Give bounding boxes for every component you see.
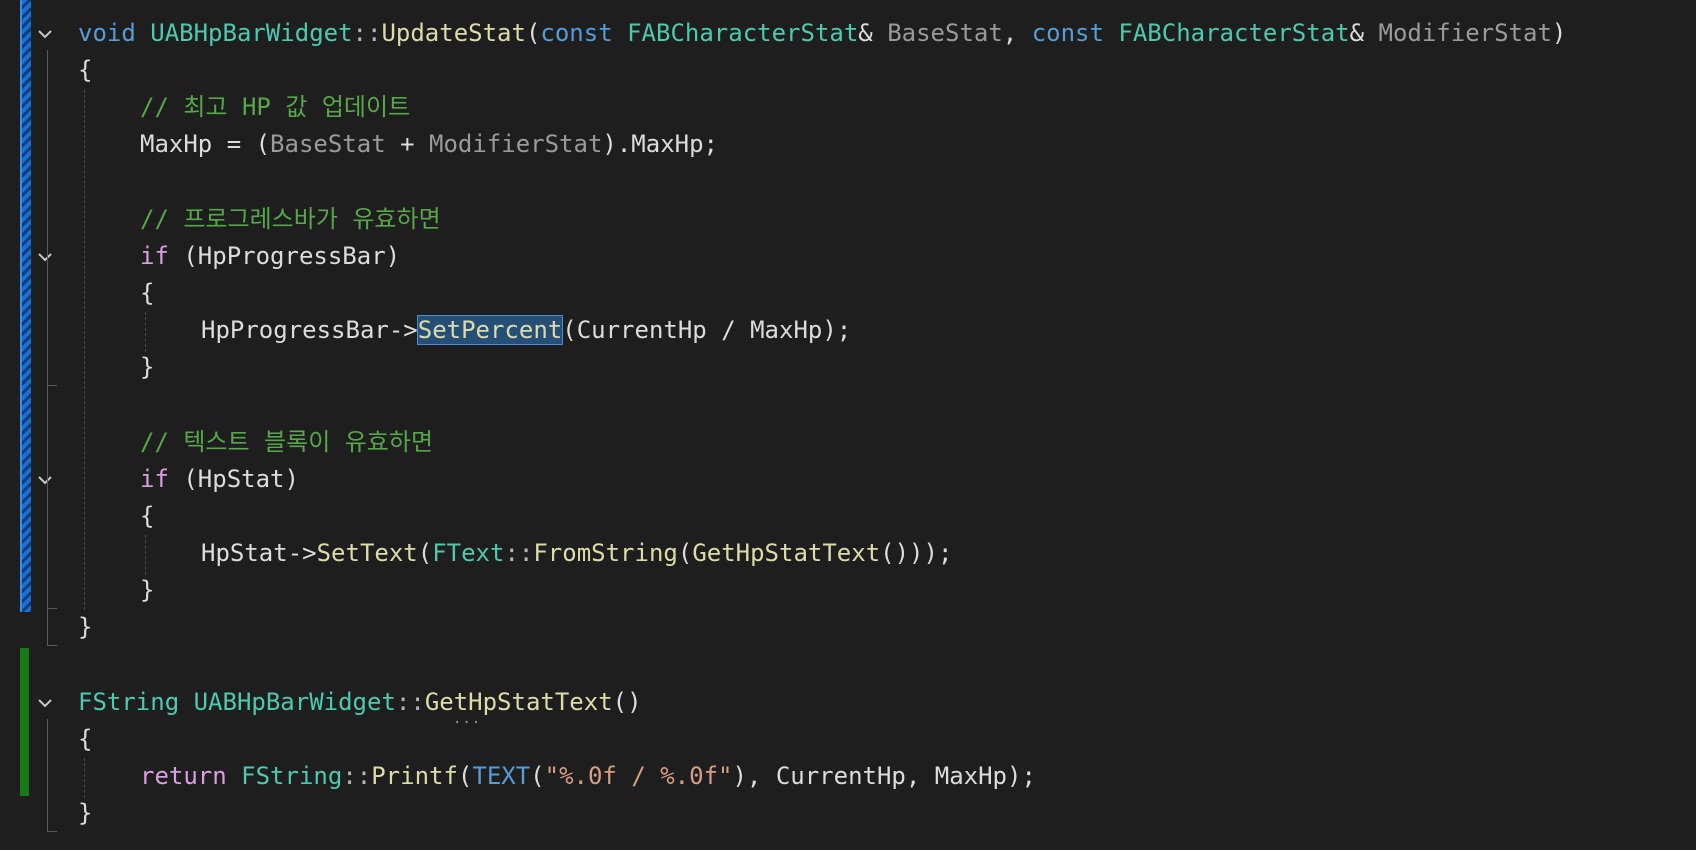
parameter: ModifierStat (1378, 19, 1552, 47)
code-text: MaxHp = ( (140, 130, 271, 158)
fold-region-end (47, 831, 57, 832)
brace: { (78, 56, 93, 84)
brace: } (78, 613, 93, 641)
chevron-down-icon[interactable] (35, 470, 55, 490)
function-name: FromString (533, 539, 678, 567)
keyword: const (1031, 19, 1104, 47)
function-name: GetHpStatText (692, 539, 881, 567)
modified-change-bar (20, 0, 31, 612)
brace: { (78, 725, 93, 753)
code-line-4[interactable]: MaxHp = (BaseStat + ModifierStat).MaxHp; (140, 126, 718, 163)
code-text: (CurrentHp / MaxHp); (562, 316, 852, 344)
scope-operator: :: (342, 762, 372, 790)
type-name: FABCharacterStat (627, 19, 859, 47)
brace: { (140, 502, 155, 530)
added-change-bar (20, 648, 29, 796)
quick-action-dots[interactable]: ... (453, 712, 481, 726)
punctuation: ( (417, 539, 433, 567)
chevron-down-icon[interactable] (35, 24, 55, 44)
parameter: BaseStat (270, 130, 386, 158)
code-line-13[interactable]: if (HpStat) (140, 461, 299, 498)
fold-region-end (47, 608, 57, 609)
function-name: UpdateStat (381, 19, 526, 47)
code-text: HpProgressBar-> (201, 316, 418, 344)
code-line-19[interactable]: FString UABHpBarWidget::GetHpStatText() (78, 684, 642, 721)
punctuation: ( (530, 762, 545, 790)
function-name: SetText (316, 539, 418, 567)
fold-region-line (47, 496, 48, 608)
code-editor[interactable]: void UABHpBarWidget::UpdateStat(const FA… (0, 0, 1696, 850)
chevron-down-icon[interactable] (35, 693, 55, 713)
indent-guide (84, 90, 85, 610)
brace: } (140, 353, 155, 381)
code-line-22[interactable]: } (78, 795, 92, 832)
punctuation: ())); (880, 539, 953, 567)
brace: } (78, 799, 93, 827)
code-line-3[interactable]: // 최고 HP 값 업데이트 (140, 89, 410, 126)
comment: // 최고 HP 값 업데이트 (140, 93, 411, 121)
type-name: FString (78, 688, 180, 716)
code-line-1[interactable]: void UABHpBarWidget::UpdateStat(const FA… (78, 15, 1566, 52)
code-line-15[interactable]: HpStat->SetText(FText::FromString(GetHpS… (201, 535, 952, 572)
keyword: const (540, 19, 613, 47)
type-name: FABCharacterStat (1118, 19, 1350, 47)
punctuation: ) (1551, 19, 1567, 47)
code-line-2[interactable]: { (78, 52, 92, 89)
code-text: + (385, 130, 429, 158)
keyword: return (140, 762, 227, 790)
string-literal: "%.0f / %.0f" (544, 762, 733, 790)
code-line-17[interactable]: } (78, 609, 92, 646)
code-line-16[interactable]: } (140, 572, 154, 609)
comment: // 프로그레스바가 유효하면 (140, 205, 441, 233)
function-name: Printf (371, 762, 458, 790)
parameter: ModifierStat (429, 130, 603, 158)
code-text: ).MaxHp; (602, 130, 718, 158)
keyword: if (140, 242, 169, 270)
punctuation: ( (457, 762, 473, 790)
fold-region-line (47, 273, 48, 385)
scope-operator: :: (395, 688, 425, 716)
code-text: HpStat-> (201, 539, 317, 567)
class-name: UABHpBarWidget (193, 688, 396, 716)
punctuation: ( (677, 539, 693, 567)
code-line-6[interactable]: // 프로그레스바가 유효하면 (140, 201, 441, 238)
fold-region-end (47, 645, 57, 646)
code-line-14[interactable]: { (140, 498, 154, 535)
brace: { (140, 279, 155, 307)
comment: // 텍스트 블록이 유효하면 (140, 428, 434, 456)
brace: } (140, 576, 155, 604)
keyword: if (140, 465, 169, 493)
indent-guide (84, 758, 85, 798)
fold-region-end (47, 385, 57, 386)
indent-guide (145, 535, 146, 575)
punctuation: & (1349, 19, 1379, 47)
parameter: BaseStat (887, 19, 1003, 47)
code-line-10[interactable]: } (140, 349, 154, 386)
code-line-21[interactable]: return FString::Printf(TEXT("%.0f / %.0f… (140, 758, 1036, 795)
type-name: FText (432, 539, 505, 567)
code-line-9[interactable]: HpProgressBar->SetPercent(CurrentHp / Ma… (201, 312, 851, 349)
keyword: void (78, 19, 136, 47)
code-line-8[interactable]: { (140, 275, 154, 312)
punctuation: , (1002, 19, 1032, 47)
punctuation: () (612, 688, 642, 716)
punctuation: & (858, 19, 888, 47)
code-text: (HpStat) (168, 465, 299, 493)
chevron-down-icon[interactable] (35, 247, 55, 267)
scope-operator: :: (352, 19, 382, 47)
code-text: (HpProgressBar) (168, 242, 401, 270)
scope-operator: :: (504, 539, 534, 567)
code-text: ), CurrentHp, MaxHp); (732, 762, 1036, 790)
code-line-12[interactable]: // 텍스트 블록이 유효하면 (140, 424, 433, 461)
code-line-7[interactable]: if (HpProgressBar) (140, 238, 400, 275)
fold-region-line (47, 719, 48, 831)
macro-name: TEXT (472, 762, 531, 790)
code-line-20[interactable]: { (78, 721, 92, 758)
punctuation: ( (525, 19, 541, 47)
selected-function-name[interactable]: SetPercent (416, 315, 564, 345)
type-name: FString (241, 762, 343, 790)
class-name: UABHpBarWidget (150, 19, 353, 47)
indent-guide (145, 312, 146, 352)
